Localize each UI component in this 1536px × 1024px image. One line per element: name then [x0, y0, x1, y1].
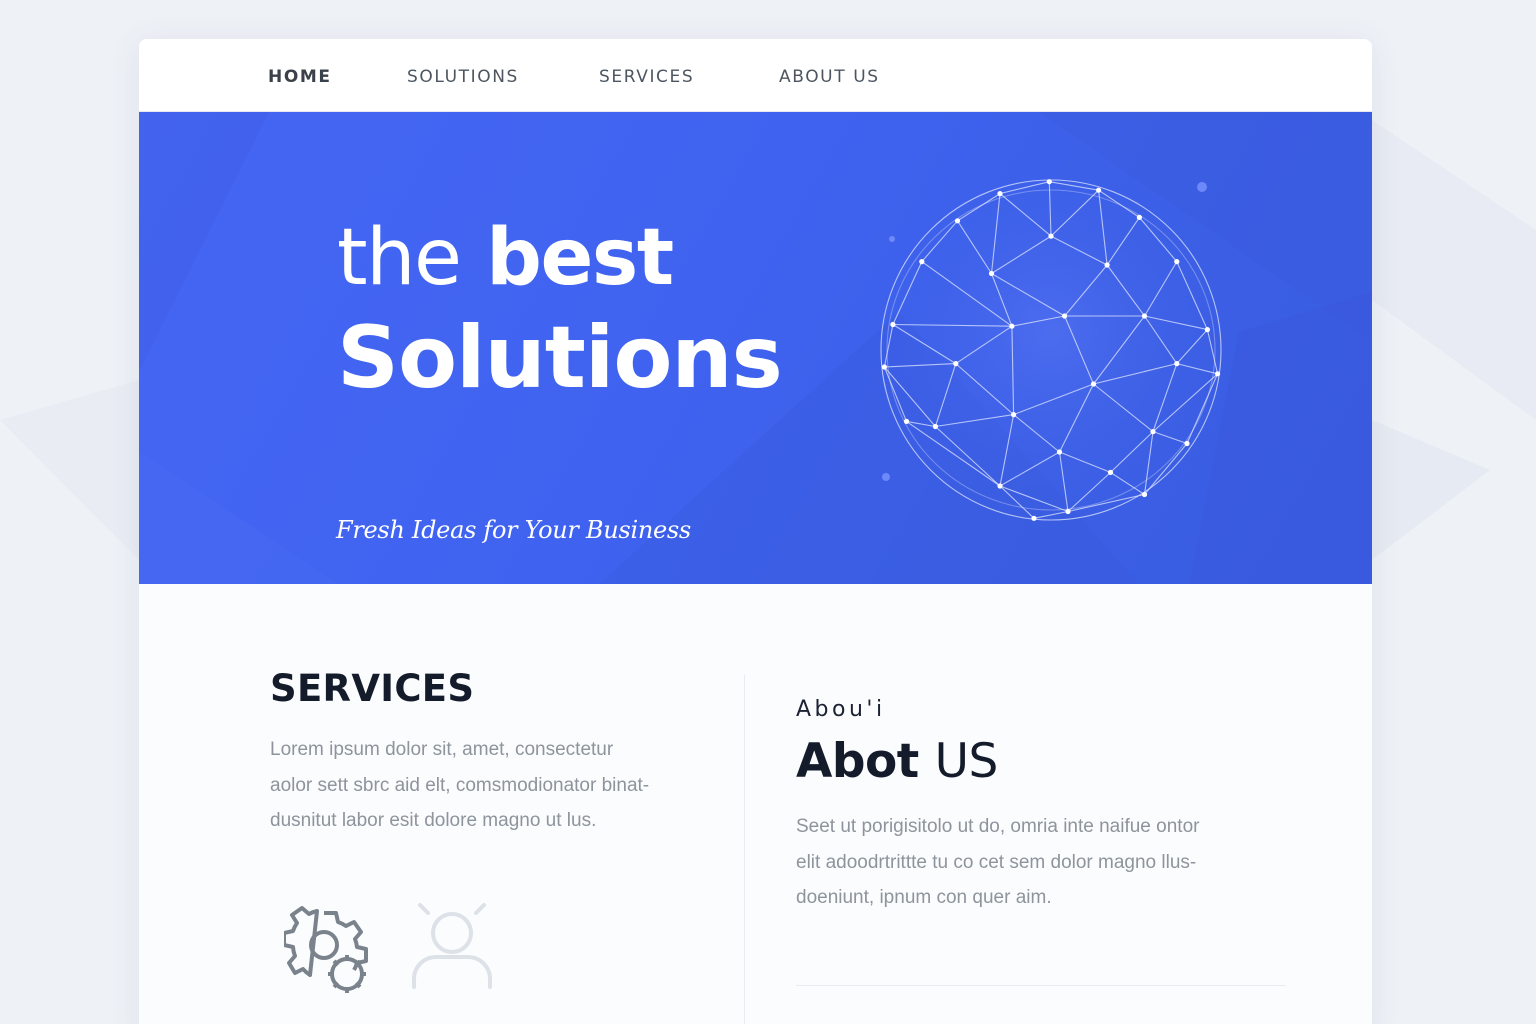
globe-node — [1204, 327, 1210, 333]
services-paragraph-line: dusnitut labor esit dolore magno ut lus. — [270, 810, 597, 831]
services-section: SERVICES Lorem ipsum dolor sit, amet, co… — [270, 667, 690, 839]
about-title: Abot US — [796, 734, 1296, 789]
globe-node — [1184, 440, 1190, 447]
nav-home[interactable]: HOME — [268, 67, 332, 87]
page-card: HOME SOLUTIONS SERVICES ABOUT US the bes… — [139, 39, 1372, 1024]
globe-node — [881, 364, 887, 370]
globe-node — [997, 191, 1003, 197]
globe-node — [1011, 412, 1017, 418]
about-kicker: Abou'i — [796, 697, 886, 722]
globe-node — [954, 218, 961, 224]
globe-node — [1136, 214, 1142, 220]
globe-node — [1141, 313, 1148, 319]
about-section: Abou'i Abot US Seet ut porigisitolo ut d… — [796, 697, 1296, 916]
globe-node — [1065, 508, 1071, 515]
services-title: SERVICES — [270, 667, 475, 710]
globe-node — [1046, 179, 1052, 185]
hero-subtitle: Fresh Ideas for Your Business — [336, 516, 691, 544]
globe-node — [1096, 187, 1102, 193]
globe-node — [932, 423, 938, 430]
about-divider — [796, 985, 1286, 986]
hero-title-line-2: Solutions — [337, 308, 783, 408]
globe-node — [988, 270, 995, 277]
globe-node — [1056, 449, 1063, 455]
user-icon[interactable] — [406, 901, 502, 993]
globe-node — [903, 418, 910, 424]
globe-node — [1107, 469, 1114, 475]
globe-node — [997, 483, 1003, 489]
globe-node — [1174, 259, 1180, 265]
hero-title-light: the — [337, 213, 462, 303]
top-navigation: HOME SOLUTIONS SERVICES ABOUT US — [139, 39, 1372, 112]
globe-node — [1048, 233, 1054, 239]
globe-node — [1174, 361, 1180, 367]
about-paragraph-line: Seet ut porigisitolo ut do, omria inte n… — [796, 816, 1200, 837]
nav-about-us[interactable]: ABOUT US — [779, 67, 880, 87]
globe-node — [1150, 429, 1156, 435]
gear-icon[interactable] — [284, 905, 370, 997]
globe-node — [1090, 381, 1097, 387]
column-divider — [744, 675, 745, 1024]
hero-banner: the best Solutions Fresh Ideas for Your … — [139, 112, 1372, 584]
services-paragraph-line: aolor sett sbrc aid elt, comsmodionator … — [270, 774, 650, 796]
globe-node — [1062, 313, 1068, 319]
hero-title: the best Solutions — [337, 219, 783, 408]
globe-node — [1104, 262, 1110, 268]
globe-node — [890, 321, 896, 328]
wireframe-globe-icon — [879, 178, 1223, 522]
services-paragraph: Lorem ipsum dolor sit, amet, consectetur… — [270, 732, 690, 839]
about-title-bold: Abot — [796, 734, 919, 789]
about-paragraph-line: doeniunt, ipnum con quer aim. — [796, 887, 1052, 908]
hero-title-line-1: the best — [337, 219, 782, 307]
globe-node — [1031, 515, 1037, 521]
services-paragraph-line: Lorem ipsum dolor sit, amet, consectetur — [270, 739, 614, 760]
about-paragraph: Seet ut porigisitolo ut do, omria inte n… — [796, 809, 1296, 916]
globe-node — [953, 361, 959, 367]
nav-services[interactable]: SERVICES — [599, 67, 694, 87]
about-paragraph-line: elit adoodrtrittte tu co cet sem dolor m… — [796, 851, 1197, 873]
nav-solutions[interactable]: SOLUTIONS — [407, 67, 519, 87]
globe-node — [1141, 491, 1148, 498]
globe-node — [1009, 323, 1015, 329]
hero-title-bold: best — [486, 213, 674, 303]
globe-node — [1215, 371, 1221, 377]
globe-node — [919, 259, 925, 265]
about-title-light: US — [934, 734, 999, 789]
